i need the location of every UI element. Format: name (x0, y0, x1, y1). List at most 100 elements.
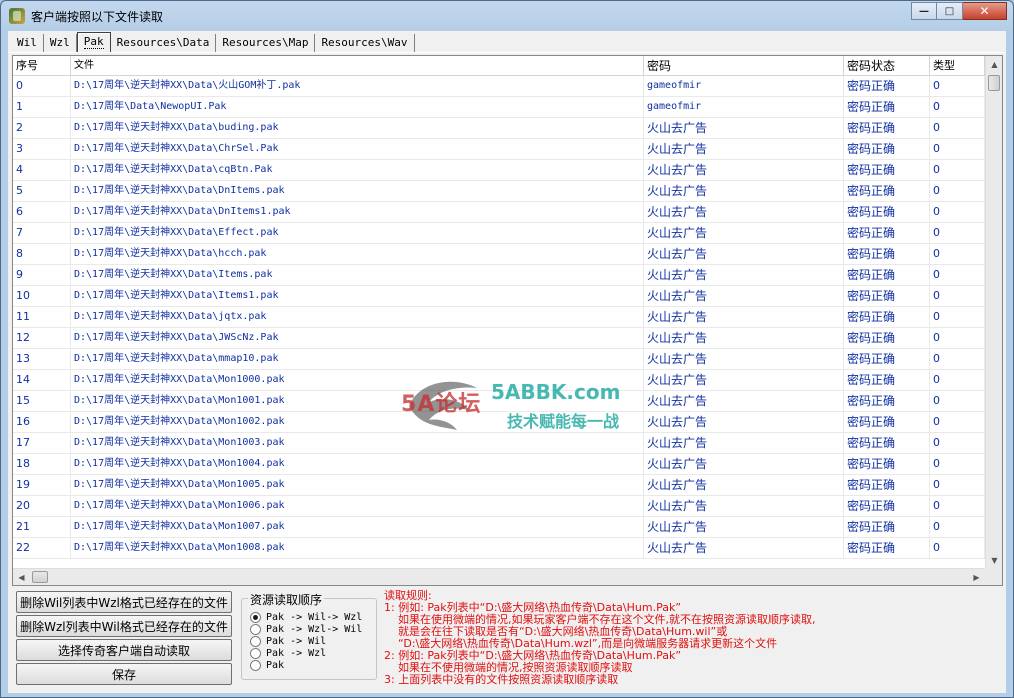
table-row[interactable]: 5 D:\17周年\逆天封神XX\Data\DnItems.pak 火山去广告 密码正… (13, 181, 985, 202)
scroll-up-icon[interactable]: ▲ (986, 56, 1002, 73)
vertical-scroll-thumb[interactable] (988, 75, 1000, 91)
radio-unchecked-icon[interactable] (250, 659, 261, 671)
table-row[interactable]: 18 D:\17周年\逆天封神XX\Data\Mon1004.pak 火山去广告 密码… (13, 454, 985, 475)
radio-unchecked-icon[interactable] (250, 635, 261, 647)
table-row[interactable]: 20 D:\17周年\逆天封神XX\Data\Mon1006.pak 火山去广告 密码… (13, 496, 985, 517)
resource-order-option[interactable]: Pak (250, 659, 284, 671)
cell-file: D:\17周年\逆天封神XX\Data\Mon1008.pak (71, 538, 644, 558)
table-row[interactable]: 16 D:\17周年\逆天封神XX\Data\Mon1002.pak 火山去广告 密码… (13, 412, 985, 433)
cell-file: D:\17周年\逆天封神XX\Data\DnItems1.pak (71, 202, 644, 222)
table-row[interactable]: 10 D:\17周年\逆天封神XX\Data\Items1.pak 火山去广告 密码正… (13, 286, 985, 307)
cell-password-status: 密码正确 (844, 76, 930, 96)
cell-password: 火山去广告 (644, 370, 844, 390)
cell-password: 火山去广告 (644, 328, 844, 348)
column-header-password-status[interactable]: 密码状态 (844, 56, 930, 76)
table-row[interactable]: 4 D:\17周年\逆天封神XX\Data\cqBtn.Pak 火山去广告 密码正确 0 (13, 160, 985, 181)
cell-seq: 13 (13, 349, 71, 369)
cell-file: D:\17周年\逆天封神XX\Data\Mon1007.pak (71, 517, 644, 537)
auto-read-client-button[interactable]: 选择传奇客户端自动读取 (16, 639, 232, 661)
delete-wil-duplicates-button[interactable]: 删除Wil列表中Wzl格式已经存在的文件 (16, 591, 232, 613)
cell-seq: 19 (13, 475, 71, 495)
cell-password-status: 密码正确 (844, 244, 930, 264)
resource-order-option[interactable]: Pak -> Wzl (250, 647, 326, 659)
horizontal-scroll-thumb[interactable] (32, 571, 48, 583)
scroll-left-icon[interactable]: ◀ (13, 569, 30, 585)
cell-password: gameofmir (644, 76, 844, 96)
table-row[interactable]: 15 D:\17周年\逆天封神XX\Data\Mon1001.pak 火山去广告 密码… (13, 391, 985, 412)
save-button[interactable]: 保存 (16, 663, 232, 685)
tab-wil[interactable]: Wil (11, 34, 44, 52)
table-row[interactable]: 1 D:\17周年\Data\NewopUI.Pak gameofmir 密码正确 0 (13, 97, 985, 118)
cell-file: D:\17周年\Data\NewopUI.Pak (71, 97, 644, 117)
radio-unchecked-icon[interactable] (250, 623, 261, 635)
cell-password: gameofmir (644, 97, 844, 117)
cell-file: D:\17周年\逆天封神XX\Data\buding.pak (71, 118, 644, 138)
cell-password-status: 密码正确 (844, 349, 930, 369)
vertical-scrollbar[interactable]: ▲ ▼ (985, 56, 1002, 569)
cell-password: 火山去广告 (644, 307, 844, 327)
tab-label: Resources\Data (116, 36, 210, 49)
maximize-button[interactable]: □ (937, 2, 963, 20)
table-row[interactable]: 6 D:\17周年\逆天封神XX\Data\DnItems1.pak 火山去广告 密码… (13, 202, 985, 223)
minimize-button[interactable]: — (911, 2, 937, 20)
cell-type: 0 (930, 181, 985, 201)
table-row[interactable]: 2 D:\17周年\逆天封神XX\Data\buding.pak 火山去广告 密码正确… (13, 118, 985, 139)
column-header-seq[interactable]: 序号 (13, 56, 71, 76)
cell-password-status: 密码正确 (844, 412, 930, 432)
table-row[interactable]: 3 D:\17周年\逆天封神XX\Data\ChrSel.Pak 火山去广告 密码正确… (13, 139, 985, 160)
tab-pak[interactable]: Pak (76, 32, 111, 52)
cell-type: 0 (930, 538, 985, 558)
cell-type: 0 (930, 223, 985, 243)
cell-file: D:\17周年\逆天封神XX\Data\mmap10.pak (71, 349, 644, 369)
tab-resources-data[interactable]: Resources\Data (111, 34, 217, 52)
table-row[interactable]: 22 D:\17周年\逆天封神XX\Data\Mon1008.pak 火山去广告 密码… (13, 538, 985, 559)
horizontal-scrollbar[interactable]: ◀ ▶ (13, 568, 985, 585)
cell-file: D:\17周年\逆天封神XX\Data\DnItems.pak (71, 181, 644, 201)
table-row[interactable]: 14 D:\17周年\逆天封神XX\Data\Mon1000.pak 火山去广告 密码… (13, 370, 985, 391)
tab-resources-wav[interactable]: Resources\Wav (315, 34, 415, 52)
tab-label: Wzl (49, 36, 70, 49)
cell-file: D:\17周年\逆天封神XX\Data\火山GOM补丁.pak (71, 76, 644, 96)
table-row[interactable]: 21 D:\17周年\逆天封神XX\Data\Mon1007.pak 火山去广告 密码… (13, 517, 985, 538)
cell-seq: 14 (13, 370, 71, 390)
tab-resources-map[interactable]: Resources\Map (216, 34, 316, 52)
scrollbar-corner (985, 568, 1002, 585)
cell-seq: 2 (13, 118, 71, 138)
cell-password: 火山去广告 (644, 475, 844, 495)
cell-type: 0 (930, 517, 985, 537)
delete-wzl-duplicates-button[interactable]: 删除Wzl列表中Wil格式已经存在的文件 (16, 615, 232, 637)
table-row[interactable]: 17 D:\17周年\逆天封神XX\Data\Mon1003.pak 火山去广告 密码… (13, 433, 985, 454)
resource-order-option[interactable]: Pak -> Wil-> Wzl (250, 611, 362, 623)
resource-order-option[interactable]: Pak -> Wil (250, 635, 326, 647)
table-row[interactable]: 8 D:\17周年\逆天封神XX\Data\hcch.pak 火山去广告 密码正确 0 (13, 244, 985, 265)
resource-order-option[interactable]: Pak -> Wzl-> Wil (250, 623, 362, 635)
radio-label: Pak -> Wil-> Wzl (266, 611, 363, 623)
table-row[interactable]: 13 D:\17周年\逆天封神XX\Data\mmap10.pak 火山去广告 密码正… (13, 349, 985, 370)
cell-password-status: 密码正确 (844, 118, 930, 138)
cell-type: 0 (930, 349, 985, 369)
column-header-password[interactable]: 密码 (644, 56, 844, 76)
table-row[interactable]: 12 D:\17周年\逆天封神XX\Data\JWScNz.Pak 火山去广告 密码正… (13, 328, 985, 349)
cell-password-status: 密码正确 (844, 265, 930, 285)
radio-unchecked-icon[interactable] (250, 647, 261, 659)
cell-type: 0 (930, 496, 985, 516)
column-header-type[interactable]: 类型 (930, 56, 985, 76)
table-row[interactable]: 9 D:\17周年\逆天封神XX\Data\Items.pak 火山去广告 密码正确 0 (13, 265, 985, 286)
cell-type: 0 (930, 286, 985, 306)
table-row[interactable]: 0 D:\17周年\逆天封神XX\Data\火山GOM补丁.pak gameofmi… (13, 76, 985, 97)
maximize-icon: □ (944, 5, 955, 17)
tab-wzl[interactable]: Wzl (44, 34, 77, 52)
cell-type: 0 (930, 139, 985, 159)
cell-type: 0 (930, 307, 985, 327)
close-button[interactable]: ✕ (963, 2, 1007, 20)
column-header-file[interactable]: 文件 (71, 56, 644, 76)
scroll-down-icon[interactable]: ▼ (986, 552, 1002, 569)
table-row[interactable]: 11 D:\17周年\逆天封神XX\Data\jqtx.pak 火山去广告 密码正确 0 (13, 307, 985, 328)
cell-type: 0 (930, 244, 985, 264)
table-row[interactable]: 7 D:\17周年\逆天封神XX\Data\Effect.pak 火山去广告 密码正确… (13, 223, 985, 244)
radio-label: Pak -> Wzl-> Wil (266, 623, 363, 635)
table-row[interactable]: 19 D:\17周年\逆天封神XX\Data\Mon1005.pak 火山去广告 密码… (13, 475, 985, 496)
scroll-right-icon[interactable]: ▶ (968, 569, 985, 585)
title-bar[interactable]: 客户端按照以下文件读取 — □ ✕ (1, 1, 1013, 31)
radio-checked-icon[interactable] (250, 611, 261, 623)
